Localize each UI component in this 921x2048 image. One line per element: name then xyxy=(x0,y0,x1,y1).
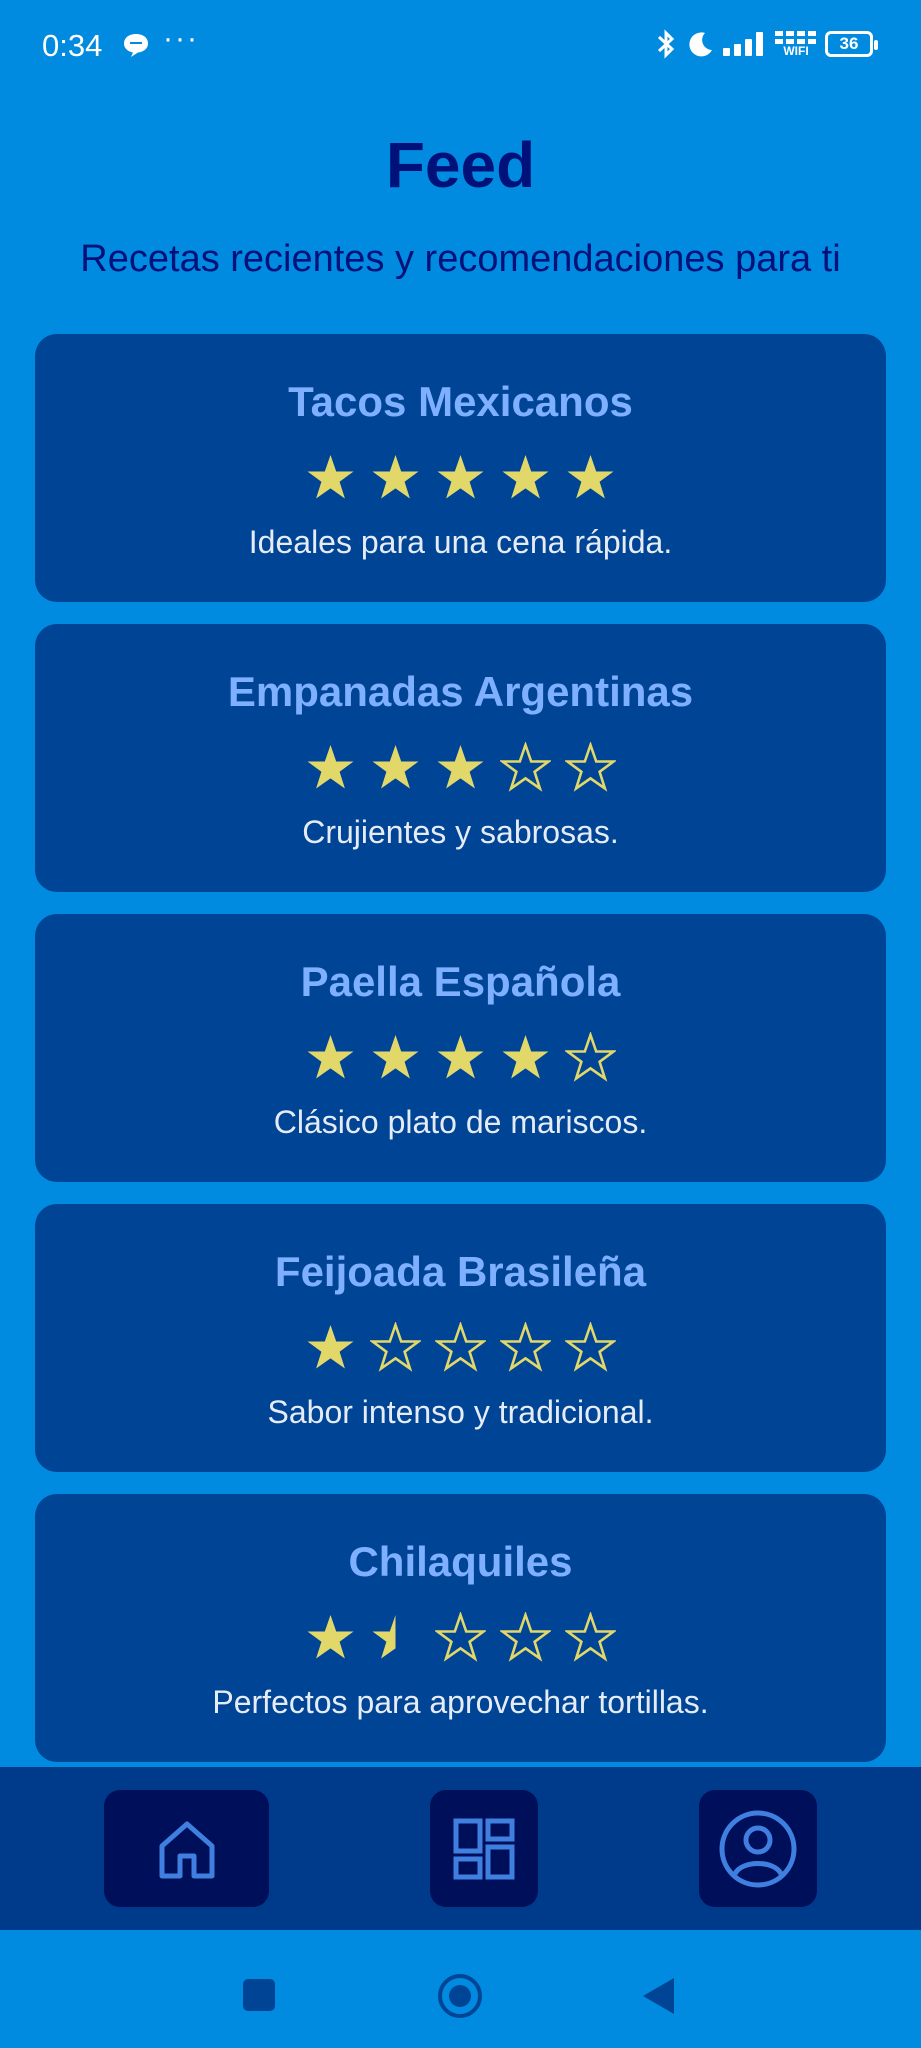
star-empty-icon xyxy=(500,742,551,792)
star-rating xyxy=(35,1032,886,1083)
chat-bubble-icon xyxy=(124,34,148,57)
star-filled-icon xyxy=(307,455,354,499)
star-filled-icon xyxy=(307,1615,354,1659)
star-empty-icon xyxy=(565,742,616,792)
recipe-title: Paella Española xyxy=(300,958,621,1005)
profile-icon xyxy=(719,1810,797,1887)
status-time: 0:34 xyxy=(42,28,103,63)
recipe-title: Tacos Mexicanos xyxy=(288,378,633,425)
star-rating xyxy=(35,452,886,503)
grid-icon xyxy=(453,1818,515,1879)
recipe-title: Feijoada Brasileña xyxy=(274,1248,647,1295)
star-empty-icon xyxy=(370,1322,421,1372)
recipe-description: Sabor intenso y tradicional. xyxy=(267,1394,654,1430)
page-subtitle: Recetas recientes y recomendaciones para… xyxy=(80,238,841,280)
star-filled-icon xyxy=(372,455,419,499)
recipe-description: Ideales para una cena rápida. xyxy=(248,524,673,560)
star-filled-icon xyxy=(372,745,419,789)
star-empty-icon xyxy=(500,1612,551,1662)
status-bar: 0:34 ··· WIFI 36 xyxy=(0,0,921,90)
page-title: Feed xyxy=(385,129,536,201)
recipe-description: Perfectos para aprovechar tortillas. xyxy=(212,1684,709,1720)
recipe-feed: Tacos Mexicanos Ideales para una cena rá… xyxy=(35,334,886,1784)
more-notifications-icon: ··· xyxy=(163,22,199,55)
nav-profile-button[interactable] xyxy=(699,1790,817,1907)
star-filled-icon xyxy=(437,1035,484,1079)
recipe-card[interactable]: Chilaquiles Perfectos para aprovechar to… xyxy=(35,1494,886,1762)
star-empty-icon xyxy=(435,1322,486,1372)
star-empty-icon xyxy=(565,1322,616,1372)
system-nav xyxy=(0,1930,921,2048)
battery-icon: 36 xyxy=(825,31,878,57)
star-rating xyxy=(35,1612,886,1663)
star-empty-icon xyxy=(435,1612,486,1662)
star-rating xyxy=(35,742,886,793)
star-filled-icon xyxy=(567,455,614,499)
recipe-title: Empanadas Argentinas xyxy=(227,668,694,715)
bottom-nav xyxy=(0,1767,921,1930)
star-filled-icon xyxy=(372,1035,419,1079)
signal-icon xyxy=(723,32,763,56)
star-filled-icon xyxy=(307,1035,354,1079)
star-half-icon xyxy=(372,1615,396,1659)
wifi-label: WIFI xyxy=(783,44,809,58)
recipe-card[interactable]: Tacos Mexicanos Ideales para una cena rá… xyxy=(35,334,886,602)
home-icon xyxy=(159,1821,214,1878)
home-circle-icon[interactable] xyxy=(437,1973,483,2019)
status-icons: WIFI 36 xyxy=(655,26,878,62)
nav-home-button[interactable] xyxy=(104,1790,269,1907)
star-empty-icon xyxy=(500,1322,551,1372)
star-filled-icon xyxy=(437,745,484,789)
recipe-card[interactable]: Feijoada Brasileña Sabor intenso y tradi… xyxy=(35,1204,886,1472)
star-filled-icon xyxy=(307,1325,354,1369)
wifi-icon: WIFI xyxy=(775,31,817,57)
battery-level: 36 xyxy=(839,34,859,53)
recipe-card[interactable]: Empanadas Argentinas Crujientes y sabros… xyxy=(35,624,886,892)
bluetooth-icon xyxy=(657,29,675,59)
recipe-description: Crujientes y sabrosas. xyxy=(302,814,619,850)
star-empty-icon xyxy=(565,1032,616,1082)
nav-grid-button[interactable] xyxy=(430,1790,538,1907)
recipe-title: Chilaquiles xyxy=(348,1538,573,1585)
star-filled-icon xyxy=(502,1035,549,1079)
star-filled-icon xyxy=(437,455,484,499)
recipe-description: Clásico plato de mariscos. xyxy=(273,1104,648,1140)
back-triangle-icon[interactable] xyxy=(640,1976,676,2016)
wifi-bars-icon xyxy=(775,31,816,44)
recents-square-icon[interactable] xyxy=(242,1978,276,2012)
star-empty-icon xyxy=(565,1612,616,1662)
moon-icon xyxy=(689,32,712,57)
star-filled-icon xyxy=(502,455,549,499)
star-rating xyxy=(35,1322,886,1373)
recipe-card[interactable]: Paella Española Clásico plato de marisco… xyxy=(35,914,886,1182)
star-filled-icon xyxy=(307,745,354,789)
